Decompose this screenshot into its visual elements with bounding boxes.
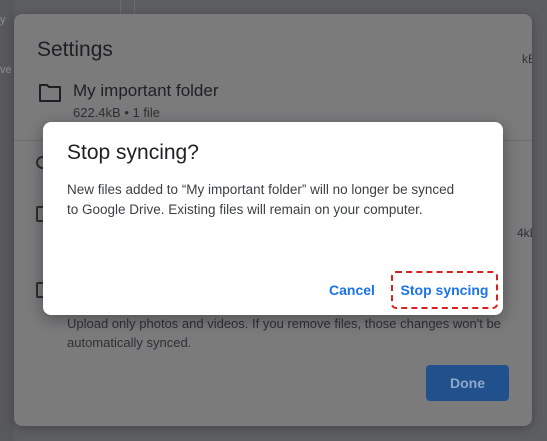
background-divider <box>120 0 121 14</box>
done-button[interactable]: Done <box>426 365 509 401</box>
folder-icon <box>39 84 61 102</box>
settings-title: Settings <box>37 38 113 61</box>
size-fragment: 4kB <box>517 226 532 240</box>
stop-syncing-button[interactable]: Stop syncing <box>391 271 498 309</box>
dialog-actions: Cancel Stop syncing <box>43 271 503 309</box>
dialog-message: New files added to “My important folder”… <box>67 182 455 217</box>
size-fragment: kB <box>522 52 532 66</box>
stop-syncing-dialog: Stop syncing? New files added to “My imp… <box>43 122 503 315</box>
cancel-button[interactable]: Cancel <box>325 272 379 308</box>
background-text-fragment: ve <box>0 64 12 76</box>
settings-description: Upload only photos and videos. If you re… <box>67 316 501 350</box>
background-text-fragment: y <box>0 14 6 26</box>
folder-name: My important folder <box>73 81 219 100</box>
folder-meta: 622.4kB • 1 file <box>73 105 160 120</box>
dialog-title: Stop syncing? <box>67 141 199 164</box>
background-divider <box>134 0 135 14</box>
